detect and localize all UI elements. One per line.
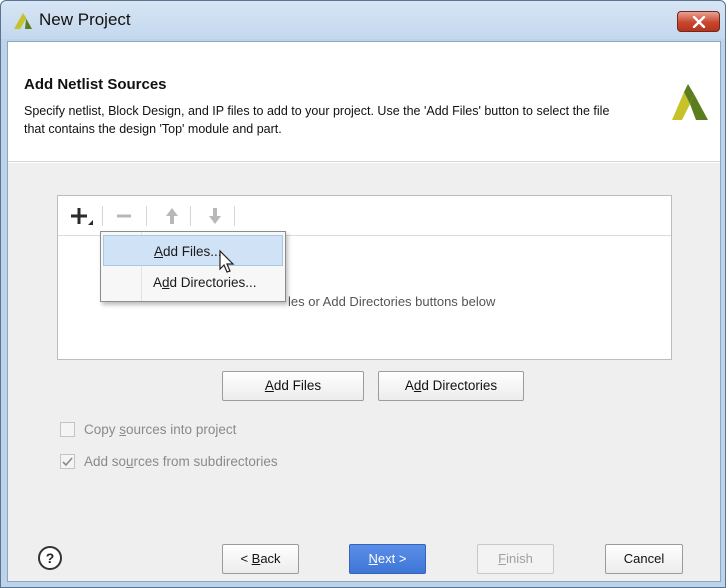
wizard-body: les or Add Directories buttons below Add… xyxy=(8,163,720,581)
hotkey: d xyxy=(162,275,170,290)
add-files-button[interactable]: Add Files xyxy=(222,371,364,401)
title-bar[interactable]: New Project xyxy=(1,1,725,39)
hotkey: A xyxy=(154,244,164,259)
menu-item-label: dd Files... xyxy=(163,244,222,259)
option-label: Copy sources into project xyxy=(84,422,237,437)
checkmark-icon xyxy=(62,456,73,466)
button-label: ext > xyxy=(377,551,407,566)
mouse-pointer-icon xyxy=(219,249,235,273)
remove-sources-button[interactable] xyxy=(110,204,138,228)
add-subdirectories-option[interactable]: Add sources from subdirectories xyxy=(60,454,278,469)
menu-item-add-directories[interactable]: Add Directories... xyxy=(103,267,283,298)
help-button[interactable]: ? xyxy=(38,546,62,570)
close-button[interactable] xyxy=(677,11,720,32)
add-sources-button[interactable] xyxy=(68,204,96,228)
add-directories-button[interactable]: Add Directories xyxy=(378,371,524,401)
add-sources-menu: Add Files... Add Directories... xyxy=(100,231,286,302)
hotkey: A xyxy=(264,378,274,393)
button-label: inish xyxy=(506,551,533,566)
button-label: dd Files xyxy=(273,378,322,393)
dialog-client-area: Add Netlist Sources Specify netlist, Blo… xyxy=(7,41,721,582)
minus-icon xyxy=(117,214,131,218)
plus-icon xyxy=(71,208,93,225)
option-label: Add sources from subdirectories xyxy=(84,454,278,469)
move-up-button[interactable] xyxy=(160,204,184,228)
toolbar-separator xyxy=(190,206,191,226)
hotkey: F xyxy=(498,551,507,566)
arrow-up-icon xyxy=(166,208,178,224)
toolbar-separator xyxy=(234,206,235,226)
finish-button[interactable]: Finish xyxy=(477,544,554,574)
menu-item-label: A xyxy=(153,275,163,290)
copy-sources-checkbox[interactable] xyxy=(60,422,75,437)
toolbar-separator xyxy=(146,206,147,226)
page-title: Add Netlist Sources xyxy=(24,76,167,93)
file-list-empty-hint: les or Add Directories buttons below xyxy=(288,294,496,309)
page-description: Specify netlist, Block Design, and IP fi… xyxy=(24,104,610,136)
file-list-toolbar xyxy=(58,196,671,236)
menu-item-add-files[interactable]: Add Files... xyxy=(103,235,283,266)
menu-item-label: d Directories... xyxy=(169,275,257,290)
vivado-logo-icon xyxy=(14,13,32,29)
hotkey: N xyxy=(368,551,378,566)
button-label: < xyxy=(240,551,252,566)
button-label: A xyxy=(404,378,414,393)
toolbar-separator xyxy=(102,206,103,226)
vivado-logo-icon xyxy=(672,84,708,120)
back-button[interactable]: < Back xyxy=(222,544,299,574)
arrow-down-icon xyxy=(209,208,221,224)
button-label: ack xyxy=(260,551,281,566)
next-button[interactable]: Next > xyxy=(349,544,426,574)
button-label: d Directories xyxy=(421,378,498,393)
add-subdirectories-checkbox[interactable] xyxy=(60,454,75,469)
wizard-header: Add Netlist Sources Specify netlist, Blo… xyxy=(8,42,720,162)
copy-sources-option[interactable]: Copy sources into project xyxy=(60,422,236,437)
cancel-button[interactable]: Cancel xyxy=(605,544,683,574)
move-down-button[interactable] xyxy=(203,204,227,228)
window-title: New Project xyxy=(39,10,131,29)
close-icon xyxy=(692,15,705,28)
